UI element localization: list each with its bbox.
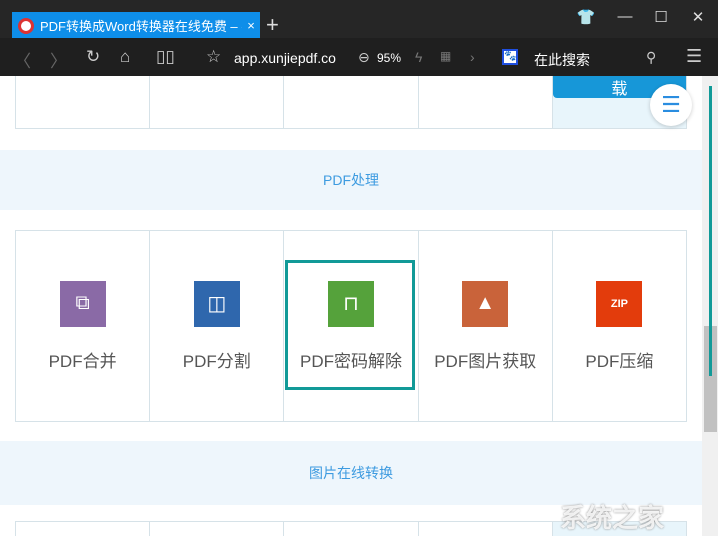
tab-close-icon[interactable]: × (242, 18, 260, 33)
reload-icon[interactable]: ↻ (86, 47, 100, 67)
menu-icon[interactable]: ☰ (686, 46, 702, 67)
split-icon: ◫ (193, 280, 240, 327)
chevron-right-icon[interactable]: › (470, 49, 475, 65)
image-icon: ▲ (462, 280, 509, 327)
search-input[interactable]: 在此搜索 (534, 50, 590, 70)
maximize-button[interactable]: ☐ (646, 8, 676, 26)
watermark-logo: 系统之家 (560, 503, 665, 533)
tool-pdf-image-extract[interactable]: ▲ PDF图片获取 (419, 231, 553, 421)
highlight-box (285, 260, 415, 390)
search-engine-icon[interactable]: 🐾 (502, 49, 518, 65)
back-icon[interactable]: 〈 (14, 47, 31, 72)
tool-cell[interactable] (284, 522, 419, 536)
tool-label: PDF合并 (48, 351, 117, 371)
minimize-button[interactable]: — (610, 8, 640, 25)
top-tool-grid: 载 (15, 76, 687, 129)
tool-cell[interactable] (419, 522, 553, 536)
nav-toolbar: 〈 〉 ↻ ⌂ ▯▯ ☆ app.xunjiepdf.co ⊖ 95% ϟ ▦ … (0, 38, 718, 76)
home-icon[interactable]: ⌂ (120, 47, 130, 67)
site-favicon-icon (18, 17, 34, 34)
tool-cell[interactable] (16, 522, 151, 536)
floating-menu-button[interactable]: ☰ (650, 84, 692, 126)
browser-tab[interactable]: PDF转换成Word转换器在线免费 – 在 × (12, 12, 260, 39)
tool-pdf-merge[interactable]: ⧉ PDF合并 (16, 231, 151, 421)
address-bar[interactable]: app.xunjiepdf.co (234, 50, 336, 66)
tab-title: PDF转换成Word转换器在线免费 – 在 (40, 19, 242, 34)
new-tab-button[interactable]: + (266, 12, 279, 38)
merge-icon: ⧉ (59, 280, 106, 327)
tool-label: PDF图片获取 (434, 351, 537, 371)
page-content: 载 PDF处理 ⧉ PDF合并 ◫ PDF分割 ⊓ PDF密码解除 ▲ PDF图片获取 … (0, 76, 702, 536)
forward-icon[interactable]: 〉 (50, 47, 67, 72)
zip-icon: ZIP (596, 280, 643, 327)
tool-cell[interactable] (150, 76, 285, 128)
tool-pdf-compress[interactable]: ZIP PDF压缩 (553, 231, 686, 421)
section-header-pdf: PDF处理 (0, 150, 702, 210)
section-header-image: 图片在线转换 (0, 441, 702, 505)
scroll-arrow-annotation (709, 86, 712, 376)
reader-icon[interactable]: ▯▯ (156, 47, 175, 67)
skin-icon[interactable]: 👕 (571, 8, 601, 26)
tool-cell[interactable] (16, 76, 151, 128)
accelerate-icon[interactable]: ϟ (415, 49, 422, 65)
tool-cell[interactable] (419, 76, 553, 128)
bookmark-star-icon[interactable]: ☆ (206, 47, 221, 67)
tool-cell[interactable] (150, 522, 285, 536)
tab-bar: PDF转换成Word转换器在线免费 – 在 × + 👕 — ☐ ✕ (0, 0, 718, 39)
close-window-button[interactable]: ✕ (683, 8, 713, 26)
tool-cell[interactable] (284, 76, 419, 128)
tool-label: PDF压缩 (585, 351, 654, 371)
zoom-icon[interactable]: ⊖ (358, 49, 370, 66)
tool-label: PDF分割 (182, 351, 251, 371)
tool-pdf-split[interactable]: ◫ PDF分割 (150, 231, 285, 421)
zoom-level[interactable]: 95% (377, 51, 401, 65)
qrcode-icon[interactable]: ▦ (440, 49, 451, 63)
search-icon[interactable]: ⚲ (646, 49, 656, 66)
vertical-scrollbar[interactable] (702, 76, 718, 536)
